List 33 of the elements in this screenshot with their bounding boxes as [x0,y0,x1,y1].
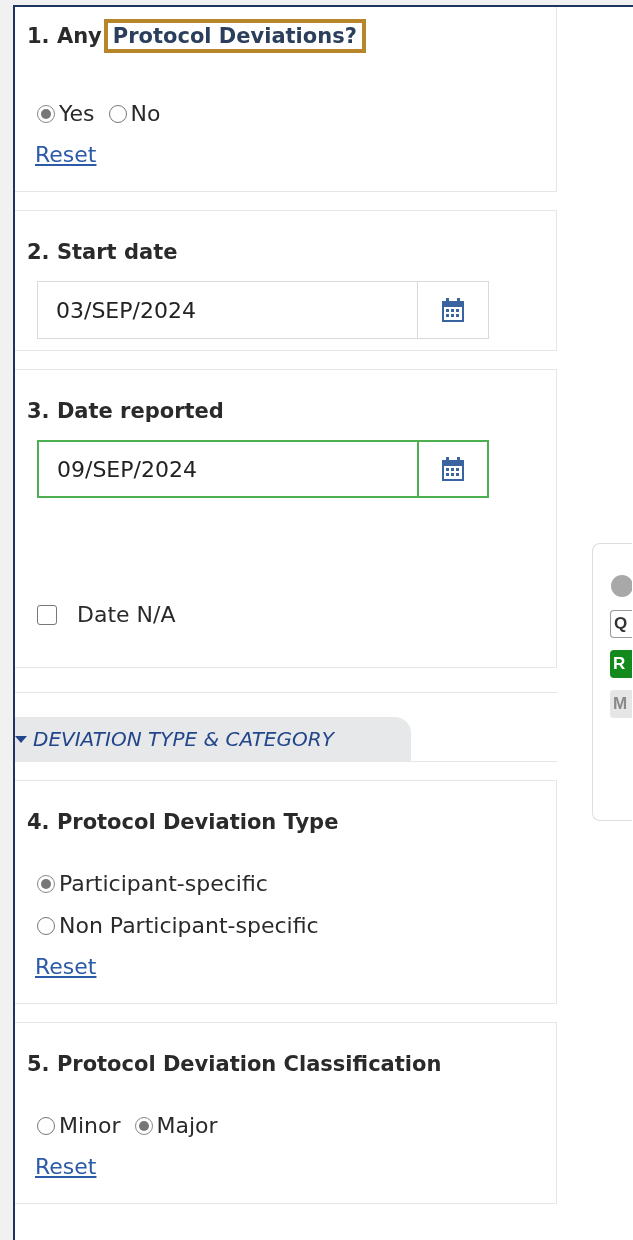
checkbox-label[interactable]: Date N/A [77,602,176,627]
option-label[interactable]: Minor [59,1111,121,1141]
checkbox[interactable] [37,604,57,625]
calendar-icon [440,457,466,481]
section-tab[interactable]: DEVIATION TYPE & CATEGORY [15,717,411,761]
highlighted-text: Protocol Deviations? [103,19,366,53]
radio-button[interactable] [108,105,127,123]
reset-link[interactable]: Reset [35,141,97,169]
reset-link[interactable]: Reset [35,953,97,981]
option-label[interactable]: Participant-specific [59,869,268,899]
option-label[interactable]: Major [156,1111,218,1141]
panel-field[interactable]: Q [610,610,632,638]
caret-icon [15,735,27,743]
option-label[interactable]: No [130,99,161,129]
panel-button[interactable]: R [610,650,632,678]
question-label: 4. Protocol Deviation Type [27,809,339,836]
radio-button[interactable] [134,1117,153,1135]
radio-button[interactable] [37,917,55,935]
question-label: 5. Protocol Deviation Classification [27,1051,442,1078]
question-label: 1. Any [27,23,102,50]
calendar-icon [440,298,466,322]
radio-button[interactable] [37,1117,55,1135]
question-label: 3. Date reported [27,398,224,425]
option-label[interactable]: Yes [59,99,95,129]
radio-button[interactable] [37,105,55,123]
radio-button[interactable] [37,875,55,893]
help-icon[interactable] [610,574,632,598]
date-field[interactable]: 09/SEP/2024 [37,440,417,498]
question-label: 2. Start date [27,239,178,266]
date-field[interactable]: 03/SEP/2024 [37,281,417,339]
calendar-button[interactable] [417,440,489,498]
reset-link[interactable]: Reset [35,1153,97,1181]
option-label[interactable]: Non Participant-specific [59,911,319,941]
